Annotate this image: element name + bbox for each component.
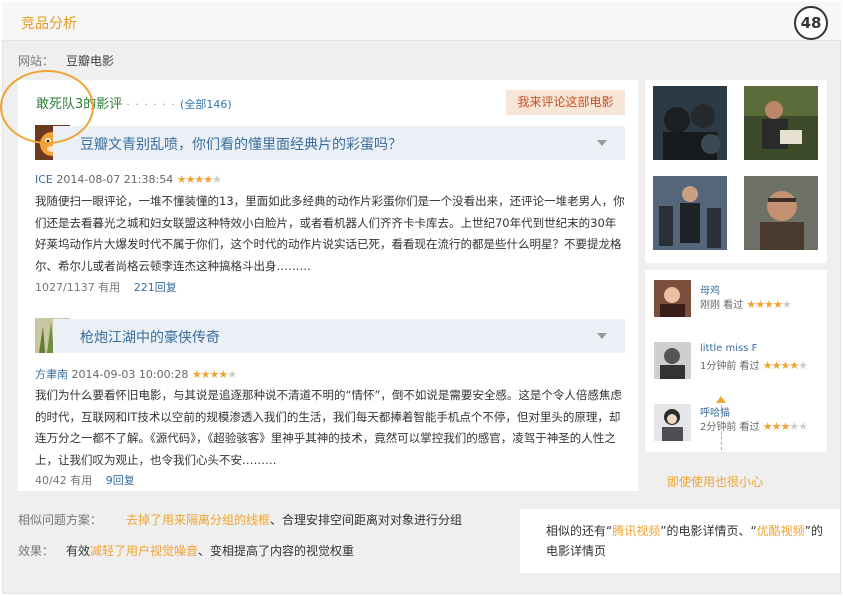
watcher-status: 1分钟前 看过 ★★★★★ bbox=[700, 357, 808, 372]
annotation-dashed-line bbox=[721, 400, 722, 450]
review-meta: ICE 2014-08-07 21:38:54 ★★★★★ bbox=[35, 173, 222, 186]
still-image-icon bbox=[744, 86, 818, 160]
rating-stars: ★★★★★ bbox=[762, 420, 808, 433]
similar-note-box: 相似的还有“腾讯视频”的电影详情页、“优酷视频”的电影详情页 bbox=[520, 509, 840, 573]
annotation-note: 即使使用也很小心 bbox=[667, 475, 764, 489]
watcher-name[interactable]: 呼哈猫 bbox=[700, 404, 730, 419]
still-image-icon bbox=[653, 176, 727, 250]
review-panel: 敢死队3的影评 · · · · · · (全部146) 豆瓣文青别乱喷，你们看的… bbox=[18, 80, 638, 491]
still-image-icon bbox=[744, 176, 818, 250]
review-author[interactable]: 方聿南 bbox=[35, 368, 68, 381]
review-date: 2014-08-07 21:38:54 bbox=[56, 173, 174, 186]
section-title: 竞品分析 bbox=[21, 16, 77, 32]
effect-prefix: 有效 bbox=[66, 544, 91, 558]
site-label: 网站： bbox=[18, 54, 55, 68]
rating-stars: ★★★★★ bbox=[762, 359, 808, 372]
similar-site-tencent: 腾讯视频 bbox=[612, 524, 661, 538]
review-date: 2014-09-03 10:00:28 bbox=[71, 368, 189, 381]
review-votes: 40/42 有用 9回复 bbox=[35, 472, 135, 488]
review-title-bar[interactable]: 豆瓣文青别乱喷，你们看的懂里面经典片的彩蛋吗？ bbox=[53, 126, 625, 160]
useful-count: 1027/1137 有用 bbox=[35, 281, 121, 294]
movie-still[interactable] bbox=[653, 86, 727, 160]
watch-time-text: 刚刚 看过 bbox=[700, 300, 744, 311]
all-reviews-link[interactable]: (全部146) bbox=[180, 98, 232, 111]
solution-text: 去掉了用来隔离分组的线框、合理安排空间距离对对象进行分组 bbox=[126, 511, 462, 528]
site-value: 豆瓣电影 bbox=[66, 54, 115, 68]
watch-time-text: 1分钟前 看过 bbox=[700, 361, 760, 372]
rating-stars: ★★★★★ bbox=[176, 173, 222, 186]
review-votes: 1027/1137 有用 221回复 bbox=[35, 279, 177, 295]
arrow-up-icon bbox=[716, 396, 726, 403]
annotation-circle bbox=[0, 70, 94, 144]
watcher-avatar[interactable] bbox=[654, 404, 691, 441]
similar-middle: ”的电影详情页、“ bbox=[660, 524, 757, 538]
watch-time-text: 2分钟前 看过 bbox=[700, 422, 760, 433]
watcher-avatar[interactable] bbox=[654, 280, 691, 317]
stills-panel bbox=[645, 80, 827, 263]
still-image-icon bbox=[653, 86, 727, 160]
solution-highlight: 去掉了用来隔离分组的线框 bbox=[126, 513, 271, 527]
movie-still[interactable] bbox=[744, 86, 818, 160]
watcher-name[interactable]: 母鸡 bbox=[700, 282, 720, 297]
movie-still[interactable] bbox=[653, 176, 727, 250]
watcher-avatar[interactable] bbox=[654, 342, 691, 379]
replies-link[interactable]: 221回复 bbox=[134, 281, 177, 294]
watcher-status: 2分钟前 看过 ★★★★★ bbox=[700, 418, 808, 433]
user-photo-icon bbox=[654, 342, 691, 379]
header-bar: 竞品分析 48 bbox=[2, 2, 841, 41]
effect-highlight: 减轻了用户视觉噪音 bbox=[90, 544, 199, 558]
effect-text: 有效减轻了用户视觉噪音、变相提高了内容的视觉权重 bbox=[66, 542, 354, 559]
solution-label: 相似问题方案： bbox=[18, 513, 103, 527]
review-body[interactable]: 我随便扫一眼评论，一堆不懂装懂的13，里面如此多经典的动作片彩蛋你们是一个没看出… bbox=[35, 191, 625, 277]
review-title[interactable]: 枪炮江湖中的豪侠传奇 bbox=[80, 327, 220, 347]
rating-stars: ★★★★★ bbox=[746, 298, 791, 311]
review-title[interactable]: 豆瓣文青别乱喷，你们看的懂里面经典片的彩蛋吗？ bbox=[80, 134, 402, 154]
chevron-down-icon[interactable] bbox=[597, 333, 607, 339]
watcher-status: 刚刚 看过 ★★★★★ bbox=[700, 296, 792, 311]
review-title-bar[interactable]: 枪炮江湖中的豪侠传奇 bbox=[53, 319, 625, 353]
rating-stars: ★★★★★ bbox=[191, 368, 237, 381]
similar-prefix: 相似的还有“ bbox=[546, 524, 613, 538]
chevron-down-icon[interactable] bbox=[597, 140, 607, 146]
watcher-name[interactable]: little miss F bbox=[700, 343, 757, 354]
effect-rest: 、变相提高了内容的视觉权重 bbox=[198, 544, 355, 558]
page-number-badge: 48 bbox=[794, 6, 828, 40]
effect-label: 效果： bbox=[18, 544, 55, 558]
user-photo-icon bbox=[654, 404, 691, 441]
replies-link[interactable]: 9回复 bbox=[106, 474, 135, 487]
movie-still[interactable] bbox=[744, 176, 818, 250]
review-meta: 方聿南 2014-09-03 10:00:28 ★★★★★ bbox=[35, 366, 237, 382]
write-review-button[interactable]: 我来评论这部电影 bbox=[506, 90, 625, 115]
similar-site-youku: 优酷视频 bbox=[756, 524, 805, 538]
review-author[interactable]: ICE bbox=[35, 173, 53, 186]
solution-rest: 、合理安排空间距离对对象进行分组 bbox=[270, 513, 463, 527]
panel-dots: · · · · · · bbox=[126, 98, 176, 111]
recent-watchers-panel: 母鸡 刚刚 看过 ★★★★★ little miss F 1分钟前 看过 ★★★… bbox=[645, 270, 827, 452]
useful-count: 40/42 有用 bbox=[35, 474, 93, 487]
review-body[interactable]: 我们为什么要看怀旧电影，与其说是追逐那种说不清道不明的“情怀”，倒不如说是需要安… bbox=[35, 385, 625, 471]
user-photo-icon bbox=[654, 280, 691, 317]
